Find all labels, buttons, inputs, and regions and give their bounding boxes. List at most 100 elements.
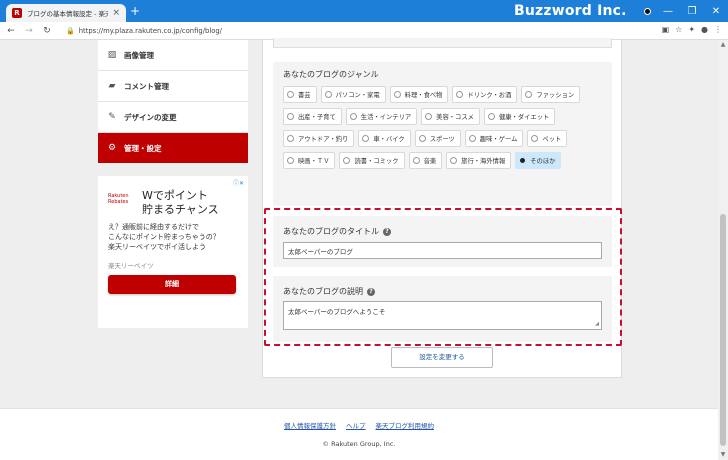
watermark-text: Buzzword Inc. (514, 3, 627, 19)
menu-icon[interactable]: ⋮ (714, 25, 722, 34)
gear-icon: ⚙ (107, 143, 117, 153)
scroll-down-icon[interactable]: ▼ (719, 451, 727, 459)
genre-option[interactable]: パソコン・家電 (320, 86, 386, 103)
ad-headline: Wでポイント 貯まるチャンス (142, 189, 219, 216)
comment-icon: ▰ (108, 81, 116, 91)
genre-option[interactable]: 書芸 (283, 86, 317, 103)
radio-unchecked-icon[interactable] (362, 135, 370, 142)
genre-option[interactable]: アウトドア・釣り (283, 130, 355, 147)
sidebar-item-comments[interactable]: ▰ コメント管理 (98, 71, 248, 102)
radio-unchecked-icon[interactable] (456, 91, 464, 98)
settings-panel: あなたのブログのジャンル 書芸 パソコン・家電 料理・食べ物 ドリンク・お酒 ファッショ… (262, 38, 622, 378)
advertisement[interactable]: ⓘ✕ Rakuten Rebates Wでポイント 貯まるチャンス え？通販前に… (98, 176, 248, 328)
genre-option[interactable]: 出産・子育て (283, 108, 342, 125)
browser-tab[interactable]: R ブログの基本情報設定 - 楽天ブログ × (6, 4, 126, 22)
tab-title: ブログの基本情報設定 - 楽天ブログ (27, 10, 109, 18)
blog-title-section: あなたのブログのタイトル ? (273, 216, 612, 267)
tab-close-icon[interactable]: × (112, 8, 120, 18)
forward-arrow-icon[interactable]: → (22, 26, 36, 36)
genre-option[interactable]: 音楽 (408, 152, 443, 169)
blog-title-input[interactable] (283, 242, 602, 259)
genre-option[interactable]: ファッション (521, 86, 581, 103)
blog-description-label: あなたのブログの説明 (283, 287, 363, 296)
radio-unchecked-icon[interactable] (531, 135, 539, 142)
scroll-up-icon[interactable]: ▲ (719, 41, 727, 49)
blog-title-label: あなたのブログのタイトル (283, 227, 379, 236)
profile-icon[interactable]: ● (701, 25, 708, 34)
blog-description-label-row: あなたのブログの説明 ? (283, 286, 375, 297)
radio-unchecked-icon[interactable] (324, 91, 332, 98)
radio-unchecked-icon[interactable] (349, 113, 357, 120)
radio-unchecked-icon[interactable] (425, 113, 433, 120)
privacy-policy-link[interactable]: 個人情報保護方針 (284, 420, 336, 430)
url-text[interactable]: https://my.plaza.rakuten.co.jp/config/bl… (79, 27, 222, 35)
genre-option-label: 生活・インテリア (360, 114, 412, 121)
rakuten-favicon-icon: R (12, 8, 22, 18)
new-tab-button[interactable]: + (130, 4, 140, 18)
radio-unchecked-icon[interactable] (418, 135, 426, 142)
genre-option[interactable]: 美容・コスメ (421, 108, 480, 125)
help-link[interactable]: ヘルプ (346, 420, 366, 430)
radio-unchecked-icon[interactable] (487, 113, 495, 120)
genre-option[interactable]: 車・バイク (358, 130, 411, 147)
genre-options: 書芸 パソコン・家電 料理・食べ物 ドリンク・お酒 ファッション出産・子育て 生活・インテ… (283, 86, 608, 169)
submit-settings-button[interactable]: 設定を変更する (391, 347, 493, 368)
genre-option[interactable]: そのほか (515, 152, 562, 169)
radio-unchecked-icon[interactable] (412, 157, 420, 164)
genre-option[interactable]: ペット (527, 130, 568, 147)
radio-unchecked-icon[interactable] (393, 91, 401, 98)
genre-option-label: 料理・食べ物 (404, 92, 443, 99)
genre-option[interactable]: 読書・コミック (339, 152, 405, 169)
help-icon[interactable]: ? (367, 287, 375, 296)
terms-link[interactable]: 楽天ブログ利用規約 (376, 420, 435, 430)
genre-option-label: 健康・ダイエット (498, 114, 550, 121)
screenshot-icon[interactable]: ▣ (662, 25, 670, 34)
sidebar-item-label: コメント管理 (124, 81, 169, 91)
radio-unchecked-icon[interactable] (287, 91, 294, 98)
window-controls: — ❐ ✕ (656, 0, 728, 22)
genre-option-label: ファッション (536, 92, 575, 99)
lock-icon[interactable]: 🔒 (66, 27, 75, 35)
close-window-button[interactable]: ✕ (704, 6, 728, 17)
reload-icon[interactable]: ↻ (40, 26, 54, 36)
radio-unchecked-icon[interactable] (525, 91, 533, 98)
radio-unchecked-icon[interactable] (450, 157, 458, 164)
genre-option-label: ペット (542, 136, 562, 143)
page-scrollbar[interactable]: ▲ ▼ (718, 40, 728, 460)
copyright-text: © Rakuten Group, Inc. (322, 440, 396, 448)
genre-option[interactable]: 料理・食べ物 (389, 86, 449, 103)
extensions-icon[interactable]: ✦ (688, 25, 695, 34)
ad-advertiser: 楽天リーベイツ (108, 262, 154, 270)
genre-option[interactable]: 健康・ダイエット (483, 108, 556, 125)
genre-option[interactable]: 生活・インテリア (345, 108, 418, 125)
scrollbar-thumb[interactable] (720, 214, 726, 446)
ad-choices-icon[interactable]: ⓘ✕ (233, 178, 244, 187)
blog-title-label-row: あなたのブログのタイトル ? (283, 226, 391, 237)
blog-description-textarea[interactable]: 太郎ペーパーのブログへようこそ ◢ (283, 301, 602, 330)
radio-checked-icon[interactable] (520, 158, 526, 163)
resize-grip-icon[interactable]: ◢ (595, 321, 599, 327)
radio-unchecked-icon[interactable] (343, 157, 351, 164)
genre-option-label: スポーツ (429, 136, 455, 143)
star-icon[interactable]: ☆ (675, 25, 682, 34)
help-icon[interactable]: ? (383, 227, 391, 236)
sidebar-item-images[interactable]: ▨ 画像管理 (98, 40, 248, 71)
radio-unchecked-icon[interactable] (468, 135, 476, 142)
radio-unchecked-icon[interactable] (287, 113, 294, 120)
genre-option[interactable]: スポーツ (414, 130, 461, 147)
genre-option-label: 音楽 (423, 158, 437, 165)
radio-unchecked-icon[interactable] (287, 135, 294, 142)
ad-details-button[interactable]: 詳細 (108, 275, 236, 294)
genre-option[interactable]: 旅行・海外情報 (446, 152, 512, 169)
maximize-button[interactable]: ❐ (680, 6, 704, 17)
genre-option[interactable]: 映画・ＴＶ (283, 152, 336, 169)
browser-toolbar-icons: ▣ ☆ ✦ ● ⋮ (662, 25, 722, 34)
genre-label: あなたのブログのジャンル (283, 70, 379, 79)
radio-unchecked-icon[interactable] (287, 157, 294, 164)
minimize-button[interactable]: — (656, 6, 680, 17)
genre-option[interactable]: 趣味・ゲーム (464, 130, 524, 147)
back-arrow-icon[interactable]: ← (4, 26, 18, 36)
sidebar-item-settings[interactable]: ⚙ 管理・設定 (98, 133, 248, 163)
sidebar-item-design[interactable]: ✎ デザインの変更 (98, 102, 248, 133)
genre-option[interactable]: ドリンク・お酒 (452, 86, 518, 103)
